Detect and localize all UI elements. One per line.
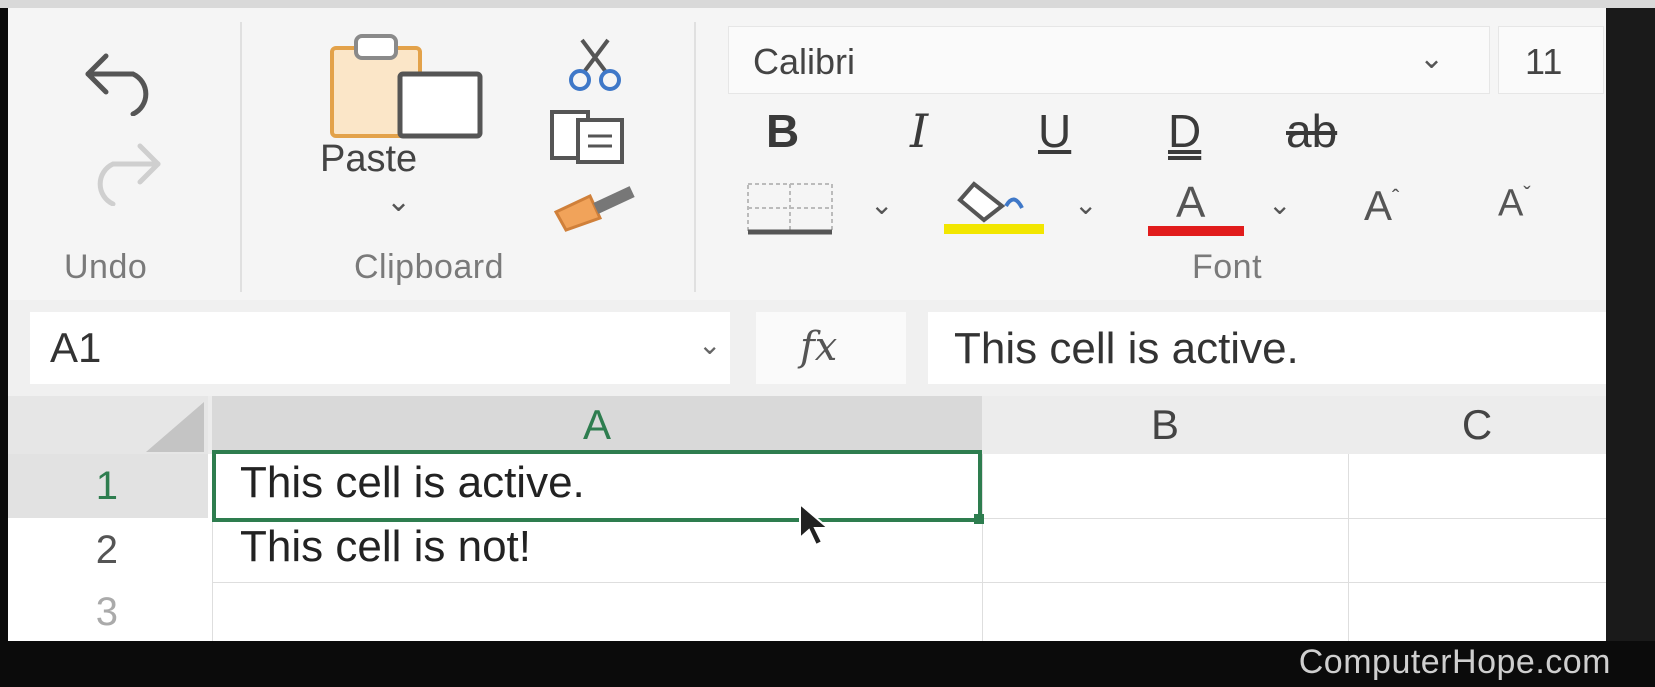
strikethrough-button[interactable]: ab bbox=[1286, 104, 1337, 158]
fx-icon: fx bbox=[800, 324, 838, 370]
footer-bar: ComputerHope.com bbox=[0, 641, 1655, 687]
insert-function-button[interactable]: fx bbox=[756, 312, 906, 384]
mouse-cursor-icon bbox=[799, 502, 831, 547]
spreadsheet-grid: A B C 1 2 3 This cell is active. This ce… bbox=[8, 396, 1606, 641]
name-box-value: A1 bbox=[50, 324, 102, 371]
paste-caret[interactable]: ⌄ bbox=[386, 184, 411, 219]
borders-icon[interactable] bbox=[744, 180, 836, 236]
double-underline-button[interactable]: D bbox=[1168, 104, 1201, 158]
font-color-button[interactable]: A bbox=[1148, 178, 1244, 238]
right-border bbox=[1606, 8, 1655, 641]
ribbon: Undo Paste ⌄ Clipboard Calibri ⌄ 11 B I … bbox=[8, 8, 1606, 301]
row-header-3[interactable]: 3 bbox=[8, 582, 208, 641]
group-divider bbox=[694, 22, 696, 292]
chevron-down-icon[interactable]: ⌄ bbox=[698, 328, 721, 361]
top-border bbox=[0, 0, 1655, 8]
select-all-corner[interactable] bbox=[8, 396, 208, 454]
undo-group-label: Undo bbox=[64, 248, 148, 286]
fill-handle[interactable] bbox=[974, 514, 984, 524]
row-header-2[interactable]: 2 bbox=[8, 518, 208, 582]
grow-font-button[interactable]: Aˆ bbox=[1364, 182, 1399, 230]
undo-arrow-icon[interactable] bbox=[78, 46, 168, 116]
paste-label[interactable]: Paste bbox=[320, 138, 417, 181]
grid-line bbox=[212, 582, 1606, 583]
fill-color-icon[interactable] bbox=[944, 176, 1046, 236]
grow-font-letter: A bbox=[1364, 182, 1393, 229]
grid-line bbox=[982, 454, 983, 641]
font-name-dropdown[interactable]: Calibri ⌄ bbox=[728, 26, 1490, 94]
paintbrush-icon[interactable] bbox=[550, 178, 642, 234]
redo-arrow-icon[interactable] bbox=[78, 136, 168, 206]
column-header-a[interactable]: A bbox=[212, 396, 982, 454]
shrink-font-button[interactable]: Aˇ bbox=[1498, 182, 1531, 226]
row-header-1[interactable]: 1 bbox=[8, 454, 208, 518]
scissors-icon[interactable] bbox=[560, 36, 630, 92]
chevron-down-icon: ⌄ bbox=[1419, 42, 1445, 75]
clipboard-paste-icon[interactable] bbox=[326, 30, 496, 140]
caret-down-icon: ˇ bbox=[1523, 182, 1531, 207]
column-header-b[interactable]: B bbox=[982, 396, 1348, 454]
shrink-font-letter: A bbox=[1498, 182, 1524, 225]
font-size-dropdown[interactable]: 11 bbox=[1498, 26, 1604, 94]
group-divider bbox=[240, 22, 242, 292]
font-size-value: 11 bbox=[1525, 41, 1563, 82]
font-name-value: Calibri bbox=[753, 41, 856, 82]
font-group-label: Font bbox=[1192, 248, 1263, 286]
italic-button[interactable]: I bbox=[910, 104, 928, 158]
active-cell-border bbox=[212, 450, 982, 522]
copy-icon[interactable] bbox=[548, 108, 632, 166]
font-color-letter: A bbox=[1176, 178, 1206, 227]
underline-button[interactable]: U bbox=[1038, 104, 1071, 158]
clipboard-group-label: Clipboard bbox=[354, 248, 505, 286]
grid-line bbox=[1348, 454, 1349, 641]
font-color-bar bbox=[1148, 226, 1244, 236]
bold-button[interactable]: B bbox=[766, 104, 799, 158]
column-header-c[interactable]: C bbox=[1348, 396, 1606, 454]
font-color-caret[interactable]: ⌄ bbox=[1268, 188, 1291, 221]
formula-input[interactable]: This cell is active. bbox=[928, 312, 1606, 384]
formula-value: This cell is active. bbox=[954, 324, 1299, 373]
fill-color-caret[interactable]: ⌄ bbox=[1074, 188, 1097, 221]
select-all-triangle-icon bbox=[146, 402, 204, 452]
watermark-text: ComputerHope.com bbox=[1298, 643, 1611, 681]
cell-a2[interactable]: This cell is not! bbox=[240, 522, 531, 572]
formula-bar: A1 ⌄ fx This cell is active. bbox=[8, 300, 1606, 396]
name-box[interactable]: A1 ⌄ bbox=[30, 312, 730, 384]
caret-up-icon: ˆ bbox=[1392, 185, 1400, 210]
borders-caret[interactable]: ⌄ bbox=[870, 188, 893, 221]
excel-window: Undo Paste ⌄ Clipboard Calibri ⌄ 11 B I … bbox=[8, 8, 1606, 641]
